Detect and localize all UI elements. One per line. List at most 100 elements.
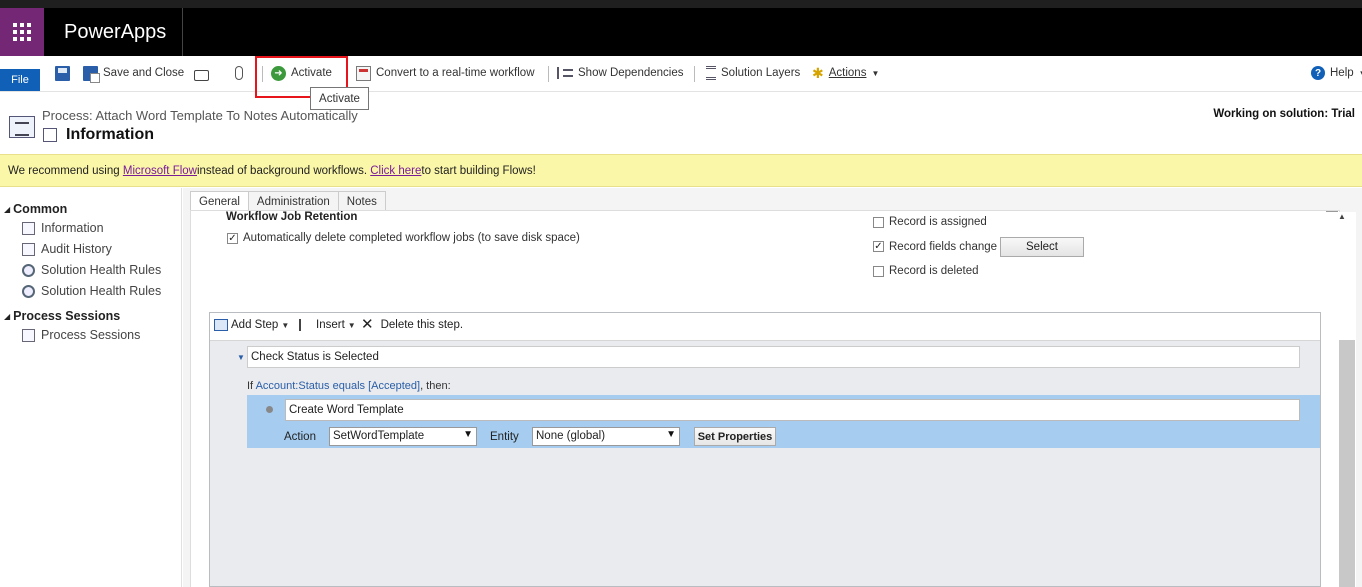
record-fields-change-checkbox[interactable] <box>873 241 884 252</box>
help-icon: ? <box>1311 66 1325 80</box>
audit-icon <box>22 242 35 256</box>
retention-heading: Workflow Job Retention <box>226 211 358 223</box>
process-icon <box>9 116 35 138</box>
brand-title[interactable]: PowerApps <box>64 21 166 44</box>
chevron-down-icon: ▼ <box>347 320 356 330</box>
save-and-close-label: Save and Close <box>103 67 185 79</box>
file-button[interactable]: File <box>0 69 40 91</box>
click-here-link[interactable]: Click here <box>370 165 421 177</box>
nav-item-audit-history[interactable]: Audit History <box>22 242 112 256</box>
sessions-icon <box>22 328 35 342</box>
add-step-icon <box>214 319 228 331</box>
record-deleted-label: Record is deleted <box>889 265 979 277</box>
add-step-label: Add Step <box>231 319 279 331</box>
tab-notes[interactable]: Notes <box>337 191 386 211</box>
nav-group-label: Process Sessions <box>13 309 121 323</box>
dropdown-arrow-icon: ▼ <box>666 429 676 440</box>
chevron-down-icon: ▼ <box>1359 69 1362 78</box>
microsoft-flow-link[interactable]: Microsoft Flow <box>123 165 197 177</box>
dependencies-icon <box>557 67 573 79</box>
entity-label: Entity <box>490 431 519 443</box>
expand-caret-icon[interactable]: ▼ <box>237 353 245 362</box>
gear-icon <box>22 284 35 298</box>
form-title: Information <box>66 126 154 143</box>
gear-icon <box>22 263 35 277</box>
step-bullet-icon <box>266 406 273 413</box>
actions-icon: ✱ <box>812 65 824 81</box>
nav-item-process-sessions[interactable]: Process Sessions <box>22 328 140 342</box>
banner-text: to start building Flows! <box>421 164 536 177</box>
solution-layers-button[interactable]: Solution Layers <box>706 64 800 82</box>
nav-item-label: Solution Health Rules <box>41 263 162 277</box>
record-deleted-checkbox[interactable] <box>873 266 884 277</box>
tab-general[interactable]: General <box>190 191 249 211</box>
delete-step-label: Delete this step. <box>380 319 464 331</box>
form-header: Process: Attach Word Template To Notes A… <box>0 92 1362 154</box>
nav-item-solution-health-rules[interactable]: Solution Health Rules <box>22 284 161 298</box>
actions-label: Actions <box>828 67 867 79</box>
help-button[interactable]: ? Help ▼ <box>1311 64 1362 82</box>
add-step-button[interactable]: Add Step ▼ <box>214 319 289 331</box>
nav-item-solution-health-rules[interactable]: Solution Health Rules <box>22 263 161 277</box>
save-button[interactable] <box>55 64 70 82</box>
attach-button[interactable] <box>235 64 243 82</box>
delete-step-button[interactable]: ✕ Delete this step. <box>361 316 464 333</box>
nav-group-common[interactable]: ◢ Common <box>4 202 67 216</box>
entity-select[interactable]: None (global) ▼ <box>532 427 680 446</box>
form-icon <box>22 221 35 235</box>
auto-delete-checkbox[interactable] <box>227 233 238 244</box>
action-name-input[interactable]: Create Word Template <box>285 399 1300 421</box>
insert-icon <box>299 319 313 331</box>
designer-toolbar: Add Step ▼ Insert ▼ ✕ Delete this step. <box>210 313 1320 341</box>
actions-menu-button[interactable]: ✱ Actions ▼ <box>812 64 879 82</box>
nav-item-label: Solution Health Rules <box>41 284 162 298</box>
save-close-icon <box>83 65 100 83</box>
flow-recommendation-banner: We recommend using Microsoft Flow instea… <box>0 154 1362 187</box>
form-icon <box>43 128 57 142</box>
action-select-value: SetWordTemplate <box>333 430 425 442</box>
record-assigned-label: Record is assigned <box>889 216 987 228</box>
action-label: Action <box>284 431 316 443</box>
convert-icon <box>356 65 371 81</box>
chevron-down-icon: ▼ <box>281 320 290 330</box>
record-assigned-checkbox[interactable] <box>873 217 884 228</box>
delete-x-icon: ✕ <box>361 316 374 333</box>
collapse-triangle-icon: ◢ <box>4 311 11 321</box>
print-icon <box>194 69 209 81</box>
condition-if: If <box>247 380 256 392</box>
ribbon-divider <box>694 66 695 82</box>
scrollbar-thumb[interactable] <box>1339 340 1355 587</box>
workflow-designer: Add Step ▼ Insert ▼ ✕ Delete this step. … <box>209 312 1321 587</box>
insert-label: Insert <box>316 319 345 331</box>
condition-text: If Account:Status equals [Accepted], the… <box>247 380 451 392</box>
nav-group-process-sessions[interactable]: ◢ Process Sessions <box>4 309 120 323</box>
entity-select-value: None (global) <box>536 430 606 442</box>
step-name-input[interactable]: Check Status is Selected <box>247 346 1300 368</box>
condition-expression-link[interactable]: Account:Status equals [Accepted] <box>256 380 421 392</box>
print-button[interactable] <box>194 64 209 82</box>
condition-step-row: ▼ Check Status is Selected <box>210 342 1320 374</box>
banner-text: We recommend using <box>8 164 120 177</box>
paperclip-icon <box>235 66 243 80</box>
nav-item-information[interactable]: Information <box>22 221 104 235</box>
insert-button[interactable]: Insert ▼ <box>299 319 356 331</box>
navbar-divider <box>182 8 183 56</box>
collapse-triangle-icon: ◢ <box>4 204 11 214</box>
set-properties-button[interactable]: Set Properties <box>694 427 776 446</box>
show-dependencies-button[interactable]: Show Dependencies <box>557 64 684 82</box>
tab-administration[interactable]: Administration <box>247 191 339 211</box>
condition-then: , then: <box>420 380 451 392</box>
top-navbar: PowerApps <box>0 8 1362 56</box>
nav-group-label: Common <box>13 202 68 216</box>
chevron-down-icon: ▼ <box>871 68 880 78</box>
convert-label: Convert to a real-time workflow <box>376 67 535 79</box>
convert-realtime-button[interactable]: Convert to a real-time workflow <box>356 64 535 82</box>
command-ribbon: File Save and Close ➜ Activate Convert t… <box>0 56 1362 92</box>
left-navigation: ◢ Common Information Audit History Solut… <box>0 188 182 587</box>
action-select[interactable]: SetWordTemplate ▼ <box>329 427 477 446</box>
waffle-icon[interactable] <box>0 8 44 56</box>
scroll-up-arrow-icon[interactable]: ▲ <box>1338 212 1346 221</box>
action-step-block: Create Word Template Action SetWordTempl… <box>247 395 1320 448</box>
save-and-close-button[interactable]: Save and Close <box>83 64 185 83</box>
select-fields-button[interactable]: Select <box>1000 237 1084 257</box>
